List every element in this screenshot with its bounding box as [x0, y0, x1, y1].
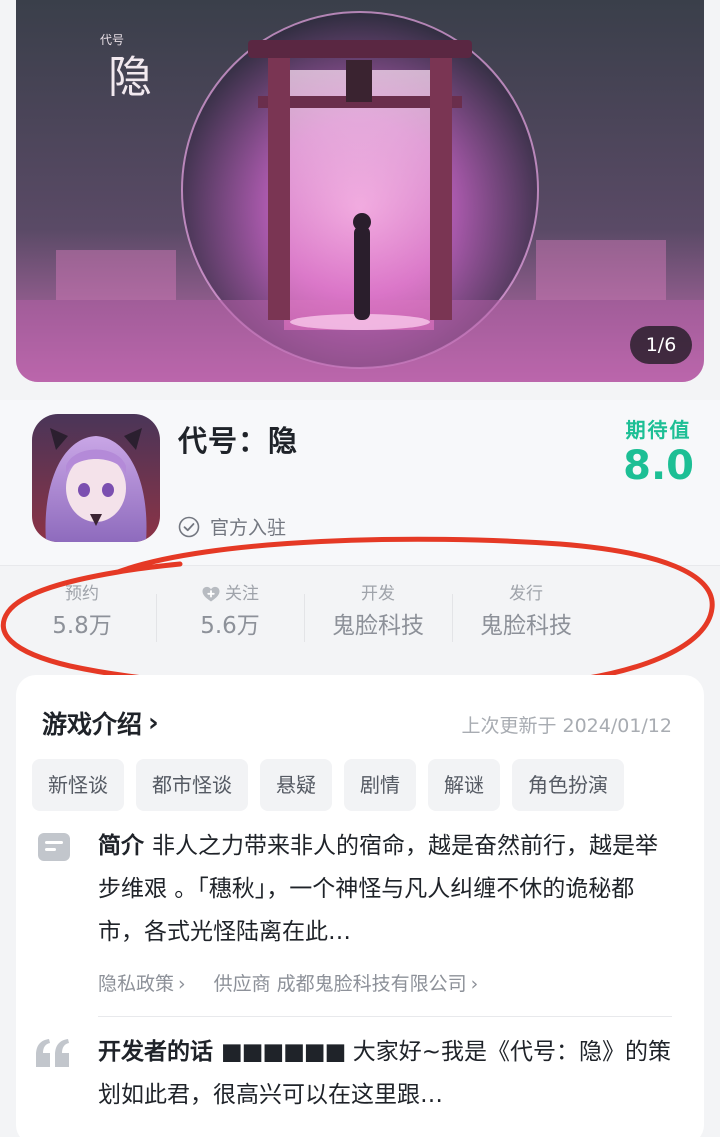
summary-text: 简介 非人之力带来非人的宿命，越是奋然前行，越是举步维艰 。「穗秋」，一个神怪与凡… [98, 825, 678, 954]
screenshot-carousel[interactable]: 代号 隐 1/6 [16, 0, 704, 382]
redacted-text: ■■■■■■ [221, 1039, 346, 1065]
expect-label: 期待值 [625, 418, 692, 442]
document-icon [38, 833, 70, 861]
chevron-right-icon: › [470, 973, 479, 995]
official-badge[interactable]: 官方入驻 [178, 513, 286, 540]
stat-reservations: 预约 5.8万 [8, 580, 156, 652]
supplier-link-text: 供应商 成都鬼脸科技有限公司 [213, 973, 467, 995]
summary-body: 非人之力带来非人的宿命，越是奋然前行，越是举步维艰 。「穗秋」，一个神怪与凡人纠… [98, 833, 658, 945]
stat-value: 鬼脸科技 [480, 613, 572, 639]
expect-value: 8.0 [623, 443, 694, 489]
stat-label-text: 关注 [225, 584, 259, 604]
carousel-pager: 1/6 [630, 326, 692, 364]
stat-label: 开发 [361, 584, 395, 604]
stat-value: 5.8万 [52, 613, 112, 639]
tag-chip[interactable]: 解谜 [428, 759, 500, 811]
stat-publisher[interactable]: 发行 鬼脸科技 [452, 580, 600, 652]
stat-label-follow: 关注 [156, 580, 304, 608]
tag-chip[interactable]: 角色扮演 [512, 759, 624, 811]
official-label: 官方入驻 [210, 517, 287, 539]
banner-artwork: 代号 隐 [16, 0, 704, 382]
stat-developer[interactable]: 开发 鬼脸科技 [304, 580, 452, 652]
app-header: 代号：隐 官方入驻 期待值 8.0 [0, 400, 720, 566]
chevron-right-icon: › [178, 973, 186, 995]
dev-lead: 开发者的话 [98, 1039, 213, 1065]
intro-heading-text: 游戏介绍 [42, 710, 143, 739]
tag-list: 新怪谈 都市怪谈 悬疑 剧情 解谜 角色扮演 [32, 759, 704, 811]
check-circle-icon [178, 516, 200, 537]
app-icon-image [32, 414, 160, 542]
stat-label: 发行 [509, 584, 543, 604]
stat-label: 预约 [65, 584, 99, 604]
summary-lead: 简介 [98, 833, 144, 859]
divider [98, 1016, 672, 1017]
chevron-right-icon: › [148, 708, 159, 738]
intro-heading[interactable]: 游戏介绍 › [42, 705, 159, 741]
intro-card: 游戏介绍 › 上次更新于 2024/01/12 新怪谈 都市怪谈 悬疑 剧情 解… [16, 675, 704, 1137]
stat-follows[interactable]: 关注 5.6万 [156, 580, 304, 652]
policy-links: 隐私政策 › 供应商 成都鬼脸科技有限公司 › [98, 969, 478, 996]
art-big-text: 隐 [108, 52, 152, 103]
supplier-link[interactable]: 供应商 成都鬼脸科技有限公司 › [214, 969, 479, 996]
privacy-policy-link[interactable]: 隐私政策 › [98, 969, 186, 996]
quote-icon [36, 1039, 69, 1067]
tag-chip[interactable]: 剧情 [344, 759, 416, 811]
tag-chip[interactable]: 悬疑 [260, 759, 332, 811]
tag-chip[interactable]: 都市怪谈 [136, 759, 248, 811]
developer-words-text: 开发者的话 ■■■■■■ 大家好~我是《代号：隐》的策划如此君，很高兴可以在这里跟… [98, 1031, 678, 1117]
game-detail-page: 代号 隐 1/6 代号：隐 官方入驻 期待值 8.0 预约 5.8万 关注 5.… [0, 0, 720, 1137]
privacy-link-text: 隐私政策 [98, 973, 175, 995]
stat-value: 5.6万 [200, 613, 260, 639]
app-title: 代号：隐 [178, 424, 299, 458]
heart-plus-icon [202, 586, 220, 602]
expectation-score: 期待值 8.0 [623, 414, 694, 489]
art-small-text: 代号 [100, 33, 124, 47]
last-updated: 上次更新于 2024/01/12 [461, 715, 672, 737]
app-icon[interactable] [32, 414, 160, 542]
stat-value: 鬼脸科技 [332, 613, 424, 639]
tag-chip[interactable]: 新怪谈 [32, 759, 124, 811]
stats-row: 预约 5.8万 关注 5.6万 开发 鬼脸科技 发行 鬼脸科技 [8, 580, 608, 652]
